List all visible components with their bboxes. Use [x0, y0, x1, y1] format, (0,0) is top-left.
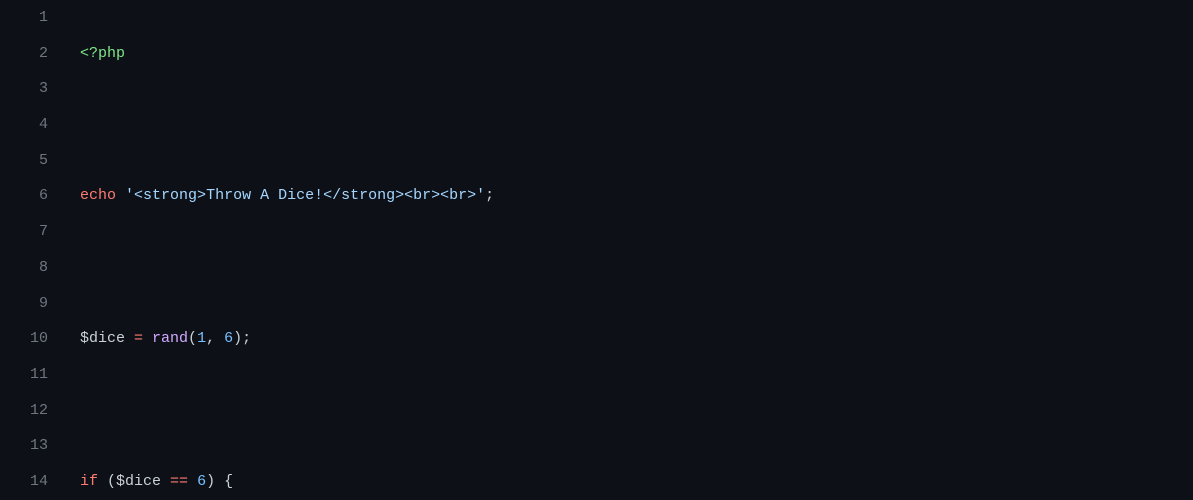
line-number: 3: [0, 71, 48, 107]
operator: ==: [161, 473, 197, 490]
code-line: [80, 107, 1193, 143]
code-editor: 1 2 3 4 5 6 7 8 9 10 11 12 13 14 <?php e…: [0, 0, 1193, 500]
keyword-if: if: [80, 473, 98, 490]
line-number: 5: [0, 143, 48, 179]
line-number: 13: [0, 428, 48, 464]
line-number-gutter: 1 2 3 4 5 6 7 8 9 10 11 12 13 14: [0, 0, 68, 500]
number: 6: [224, 330, 233, 347]
line-number: 1: [0, 0, 48, 36]
line-number: 10: [0, 321, 48, 357]
code-line: $dice = rand(1, 6);: [80, 321, 1193, 357]
code-line: [80, 393, 1193, 429]
brace: ) {: [206, 473, 233, 490]
line-number: 2: [0, 36, 48, 72]
variable: $dice: [80, 330, 125, 347]
paren: (: [98, 473, 116, 490]
code-line: if ($dice == 6) {: [80, 464, 1193, 500]
php-open-tag: <?php: [80, 45, 125, 62]
line-number: 9: [0, 286, 48, 322]
string: '<strong>Throw A Dice!</strong><br><br>': [125, 187, 485, 204]
code-line: echo '<strong>Throw A Dice!</strong><br>…: [80, 178, 1193, 214]
keyword-echo: echo: [80, 187, 116, 204]
line-number: 12: [0, 393, 48, 429]
function-call: rand: [152, 330, 188, 347]
semicolon: ;: [242, 330, 251, 347]
paren: ): [233, 330, 242, 347]
paren: (: [188, 330, 197, 347]
line-number: 11: [0, 357, 48, 393]
line-number: 8: [0, 250, 48, 286]
comma: ,: [206, 330, 224, 347]
code-line: [80, 250, 1193, 286]
operator: =: [125, 330, 152, 347]
line-number: 6: [0, 178, 48, 214]
code-content[interactable]: <?php echo '<strong>Throw A Dice!</stron…: [68, 0, 1193, 500]
line-number: 14: [0, 464, 48, 500]
code-line: <?php: [80, 36, 1193, 72]
line-number: 7: [0, 214, 48, 250]
variable: $dice: [116, 473, 161, 490]
number: 6: [197, 473, 206, 490]
line-number: 4: [0, 107, 48, 143]
number: 1: [197, 330, 206, 347]
semicolon: ;: [485, 187, 494, 204]
